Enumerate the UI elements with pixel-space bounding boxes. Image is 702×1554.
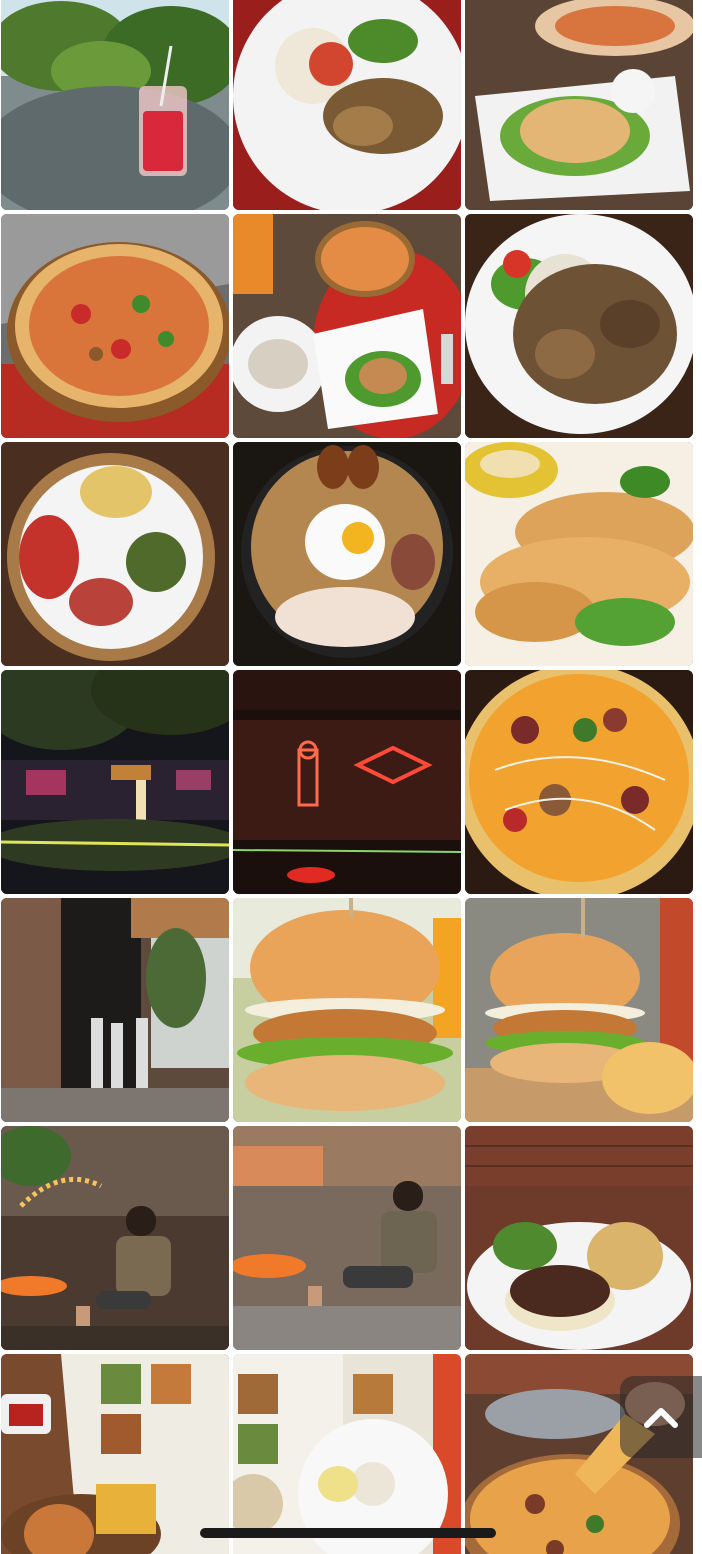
photo-tile[interactable] — [465, 214, 693, 438]
photo-menu-rice — [233, 1354, 461, 1554]
photo-fried-chicken-rice — [465, 214, 693, 438]
photo-pizza-board — [1, 214, 229, 438]
photo-tile[interactable] — [1, 670, 229, 894]
photo-gallery-page — [0, 0, 702, 1554]
photo-tile[interactable] — [465, 898, 693, 1122]
photo-burger-fries — [465, 898, 693, 1122]
photo-tile[interactable] — [465, 0, 693, 210]
photo-man-seated-restaurant — [1, 1126, 229, 1350]
photo-chicken-burger — [233, 898, 461, 1122]
photo-red-drink — [1, 0, 229, 210]
photo-tile[interactable] — [233, 442, 461, 666]
photo-brick-facade — [1, 898, 229, 1122]
photo-table-spread — [233, 214, 461, 438]
photo-tile[interactable] — [1, 1354, 229, 1554]
chevron-up-icon — [644, 1408, 678, 1428]
photo-man-seated-patio — [233, 1126, 461, 1350]
scroll-to-top-button[interactable] — [620, 1376, 702, 1458]
photo-tile[interactable] — [233, 1126, 461, 1350]
photo-calamari-pizza — [465, 0, 693, 210]
home-indicator[interactable] — [200, 1528, 496, 1538]
photo-pizza-closeup — [465, 670, 693, 894]
photo-rice-platter — [1, 442, 229, 666]
photo-night-garden — [1, 670, 229, 894]
photo-tile[interactable] — [1, 0, 229, 210]
photo-tile[interactable] — [465, 1126, 693, 1350]
photo-tile[interactable] — [233, 670, 461, 894]
photo-tile[interactable] — [233, 0, 461, 210]
photo-tile[interactable] — [1, 442, 229, 666]
photo-grid — [1, 0, 695, 1554]
photo-tile[interactable] — [233, 214, 461, 438]
photo-burger-menu — [1, 1354, 229, 1554]
photo-fried-calamari — [465, 442, 693, 666]
photo-neon-sign — [233, 670, 461, 894]
photo-tile[interactable] — [233, 898, 461, 1122]
photo-fried-rice-egg — [233, 442, 461, 666]
photo-steak-mash — [465, 1126, 693, 1350]
photo-tile[interactable] — [465, 670, 693, 894]
photo-tile[interactable] — [233, 1354, 461, 1554]
photo-tile[interactable] — [1, 1126, 229, 1350]
photo-tile[interactable] — [465, 442, 693, 666]
photo-tile[interactable] — [1, 898, 229, 1122]
photo-rice-chicken — [233, 0, 461, 210]
photo-tile[interactable] — [1, 214, 229, 438]
